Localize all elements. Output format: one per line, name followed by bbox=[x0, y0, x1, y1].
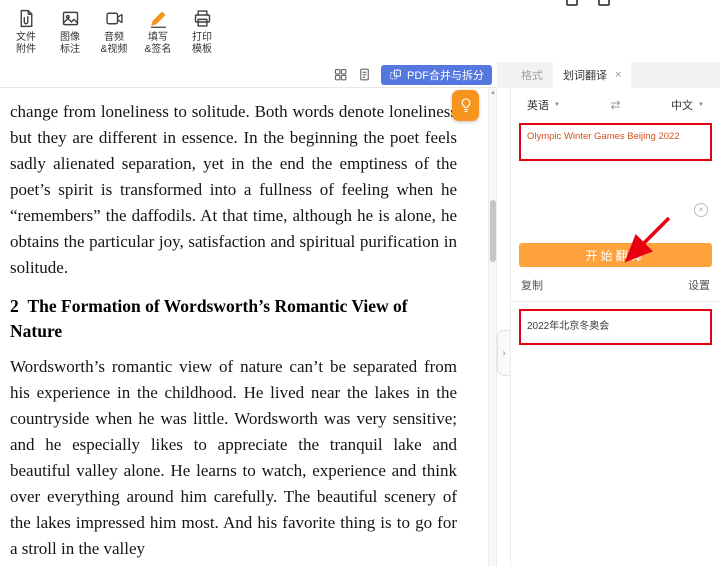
translation-panel: 英语 ▼ ⇄ 中文 ▼ Olympic Winter Games Beijing… bbox=[510, 88, 720, 566]
clear-input-icon[interactable]: × bbox=[694, 203, 708, 217]
pdf-editor-window: 文件附件 图像标注 音频&视频 填写&签名 打印模板 PDF合 bbox=[0, 0, 720, 566]
document-page: change from loneliness to solitude. Both… bbox=[0, 88, 488, 566]
tool-audio-video[interactable]: 音频&视频 bbox=[94, 6, 134, 56]
tool-label-line2: 附件 bbox=[16, 44, 36, 55]
tool-label-line2: 模板 bbox=[192, 44, 212, 55]
tool-label: 打印模板 bbox=[192, 32, 212, 56]
target-language-value: 中文 bbox=[671, 97, 693, 113]
tab-translate-label: 划词翻译 bbox=[563, 67, 607, 83]
copy-button[interactable]: 复制 bbox=[521, 277, 543, 293]
clear-row: × bbox=[511, 203, 708, 217]
tool-label-line1: 图像 bbox=[60, 32, 80, 43]
tool-file-attachment[interactable]: 文件附件 bbox=[6, 6, 46, 56]
tool-label-line1: 音频 bbox=[104, 32, 124, 43]
source-language-select[interactable]: 英语 ▼ bbox=[527, 97, 560, 113]
tool-image-annotation[interactable]: 图像标注 bbox=[50, 6, 90, 56]
document-scrollbar[interactable]: ▲ bbox=[488, 88, 497, 566]
chevron-right-icon: › bbox=[502, 348, 505, 359]
partial-toolbar-icon[interactable] bbox=[598, 0, 610, 6]
tool-label: 图像标注 bbox=[60, 32, 80, 56]
tab-translate[interactable]: 划词翻译 × bbox=[553, 62, 631, 88]
document-paragraph-2: Wordsworth’s romantic view of nature can… bbox=[10, 354, 457, 562]
tool-label-line2: &签名 bbox=[145, 44, 172, 55]
audio-video-icon bbox=[104, 8, 125, 29]
tool-label-line1: 文件 bbox=[16, 32, 36, 43]
chevron-down-icon: ▼ bbox=[554, 102, 560, 108]
tool-label-line2: &视频 bbox=[101, 44, 128, 55]
tool-label-line2: 标注 bbox=[60, 44, 80, 55]
language-row: 英语 ▼ ⇄ 中文 ▼ bbox=[511, 88, 720, 118]
tool-label: 音频&视频 bbox=[101, 32, 128, 56]
swap-languages-icon[interactable]: ⇄ bbox=[610, 98, 620, 112]
tool-label-line1: 打印 bbox=[192, 32, 212, 43]
image-annotation-icon bbox=[60, 8, 81, 29]
printer-icon bbox=[192, 8, 213, 29]
settings-button[interactable]: 设置 bbox=[688, 277, 710, 293]
lightbulb-icon bbox=[458, 97, 474, 115]
tips-bulb-button[interactable] bbox=[452, 90, 479, 121]
document-paragraph-1: change from loneliness to solitude. Both… bbox=[10, 99, 457, 281]
chevron-down-icon: ▼ bbox=[698, 102, 704, 108]
tool-print-template[interactable]: 打印模板 bbox=[182, 6, 222, 56]
target-language-select[interactable]: 中文 ▼ bbox=[671, 97, 704, 113]
scroll-up-arrow[interactable]: ▲ bbox=[490, 90, 496, 96]
document-text: change from loneliness to solitude. Both… bbox=[10, 99, 457, 562]
source-text-box[interactable]: Olympic Winter Games Beijing 2022 bbox=[519, 123, 712, 161]
tool-label-line1: 填写 bbox=[148, 32, 168, 43]
merge-split-label: PDF合并与拆分 bbox=[407, 67, 484, 83]
scrollbar-thumb[interactable] bbox=[490, 200, 496, 262]
start-translate-button[interactable]: 开始翻译 bbox=[519, 243, 712, 267]
merge-split-icon bbox=[389, 68, 402, 81]
source-language-value: 英语 bbox=[527, 97, 549, 113]
pencil-sign-icon bbox=[148, 8, 169, 29]
panel-tab-bar: 格式 划词翻译 × bbox=[497, 62, 720, 88]
thumbnail-grid-icon[interactable] bbox=[333, 67, 348, 82]
page-view-icon[interactable] bbox=[357, 67, 372, 82]
translation-result-box: 2022年北京冬奥会 bbox=[519, 309, 712, 345]
partial-toolbar-icon[interactable] bbox=[566, 0, 578, 6]
tool-fill-sign[interactable]: 填写&签名 bbox=[138, 6, 178, 56]
close-icon[interactable]: × bbox=[615, 69, 621, 81]
tab-format[interactable]: 格式 bbox=[511, 62, 553, 88]
panel-collapse-handle[interactable]: › bbox=[497, 330, 510, 376]
main-toolbar: 文件附件 图像标注 音频&视频 填写&签名 打印模板 bbox=[0, 0, 720, 62]
tool-label: 填写&签名 bbox=[145, 32, 172, 56]
document-controls-bar: PDF合并与拆分 bbox=[0, 62, 497, 88]
result-toolbar: 复制 设置 bbox=[511, 267, 720, 302]
attachment-icon bbox=[16, 8, 37, 29]
pdf-merge-split-button[interactable]: PDF合并与拆分 bbox=[381, 65, 492, 85]
section-heading: 2 The Formation of Wordsworth’s Romantic… bbox=[10, 294, 430, 344]
tool-label: 文件附件 bbox=[16, 32, 36, 56]
